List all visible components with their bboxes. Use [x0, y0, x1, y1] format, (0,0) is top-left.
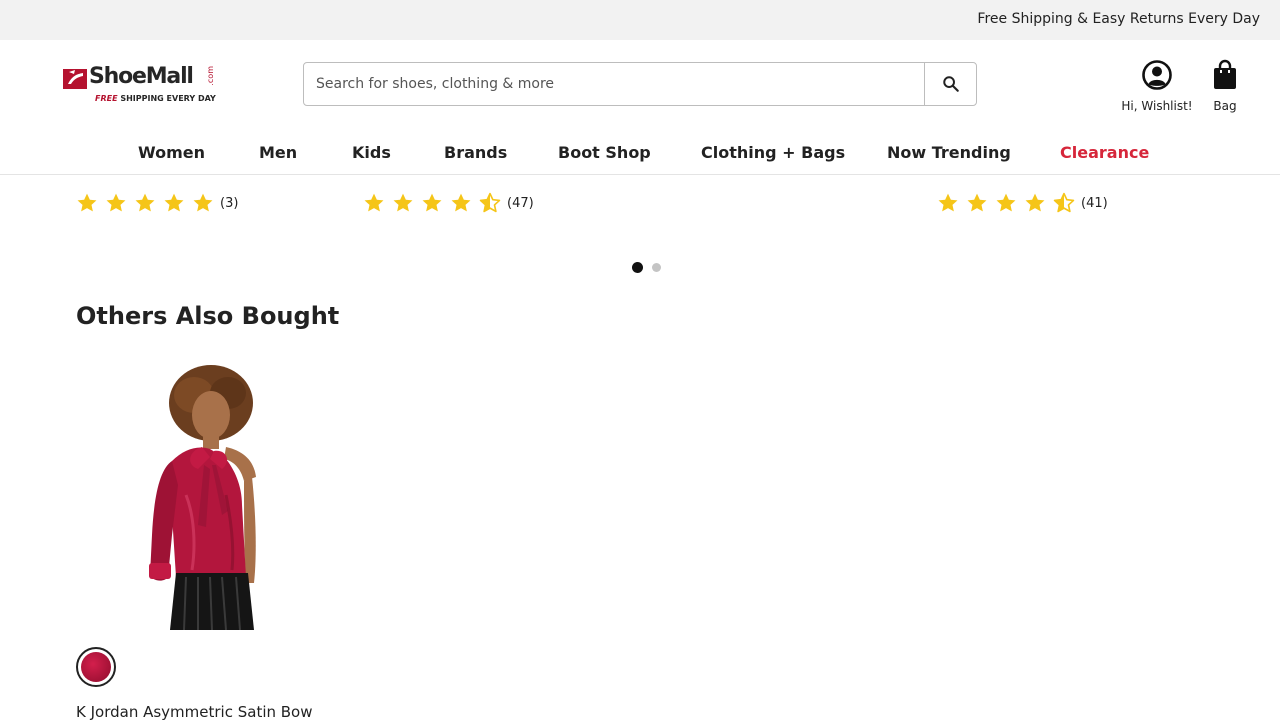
logo-suffix: .com — [206, 66, 215, 86]
nav-item-clothing-bags[interactable]: Clothing + Bags — [701, 143, 845, 162]
search-icon — [942, 76, 959, 92]
color-swatch[interactable] — [76, 647, 116, 687]
nav-item-boot-shop[interactable]: Boot Shop — [558, 143, 651, 162]
rating-count: (41) — [1081, 195, 1108, 211]
promo-text: Free Shipping & Easy Returns Every Day — [977, 11, 1260, 27]
account-button[interactable]: Hi, Wishlist! — [1118, 59, 1196, 113]
star-icon — [164, 193, 184, 212]
search-input[interactable] — [304, 63, 926, 105]
nav-item-brands[interactable]: Brands — [444, 143, 507, 162]
star-icon — [996, 193, 1016, 212]
promo-bar: Free Shipping & Easy Returns Every Day — [0, 0, 1280, 40]
product-card[interactable]: K Jordan Asymmetric Satin Bow — [76, 365, 346, 720]
product-image[interactable] — [76, 365, 346, 630]
star-icon — [393, 193, 413, 212]
star-icon — [938, 193, 958, 212]
star-icon — [1025, 193, 1045, 212]
rating-stars — [937, 192, 1082, 214]
rating-count: (47) — [507, 195, 534, 211]
star-icon — [364, 193, 384, 212]
star-icon — [77, 193, 97, 212]
half-star-icon — [479, 192, 501, 213]
star-icon — [422, 193, 442, 212]
user-circle-icon — [1142, 60, 1172, 90]
logo-tagline: FREE SHIPPING EVERY DAY — [95, 94, 216, 103]
rating-count: (3) — [220, 195, 239, 211]
nav-item-now-trending[interactable]: Now Trending — [887, 143, 1011, 162]
rating-stars — [76, 192, 221, 214]
carousel-pagination — [632, 262, 672, 274]
shoemall-logo[interactable]: ShoeMall .com FREE SHIPPING EVERY DAY — [63, 64, 223, 106]
star-icon — [193, 193, 213, 212]
nav-item-clearance[interactable]: Clearance — [1060, 143, 1149, 162]
carousel-dot-1[interactable] — [632, 262, 643, 273]
section-title-others-also-bought: Others Also Bought — [76, 302, 340, 330]
search-bar — [303, 62, 977, 106]
star-icon — [451, 193, 471, 212]
star-icon — [135, 193, 155, 212]
nav-item-men[interactable]: Men — [259, 143, 297, 162]
bag-button[interactable]: Bag — [1204, 59, 1246, 113]
logo-text: ShoeMall — [89, 64, 194, 89]
tagline-free: FREE — [95, 94, 118, 103]
search-button[interactable] — [924, 63, 976, 105]
account-label: Hi, Wishlist! — [1121, 99, 1193, 113]
color-swatch-fill — [81, 652, 111, 682]
product-rating[interactable]: (47) — [363, 190, 534, 216]
bag-label: Bag — [1213, 99, 1237, 113]
product-name[interactable]: K Jordan Asymmetric Satin Bow — [76, 703, 313, 720]
main-nav: Women Men Kids Brands Boot Shop Clothing… — [0, 140, 1280, 166]
nav-item-women[interactable]: Women — [138, 143, 205, 162]
half-star-icon — [1053, 192, 1075, 213]
carousel-dot-2[interactable] — [652, 263, 661, 272]
product-rating[interactable]: (3) — [76, 190, 238, 216]
tagline-rest: SHIPPING EVERY DAY — [117, 94, 216, 103]
logo-mark-icon — [63, 69, 87, 89]
star-icon — [967, 193, 987, 212]
shopping-bag-icon — [1214, 59, 1236, 89]
star-icon — [106, 193, 126, 212]
site-header: ShoeMall .com FREE SHIPPING EVERY DAY Hi… — [0, 40, 1280, 175]
carousel-ratings-row: (3) (47) (41) — [0, 190, 1280, 216]
rating-stars — [363, 192, 508, 214]
nav-item-kids[interactable]: Kids — [352, 143, 391, 162]
product-rating[interactable]: (41) — [937, 190, 1108, 216]
